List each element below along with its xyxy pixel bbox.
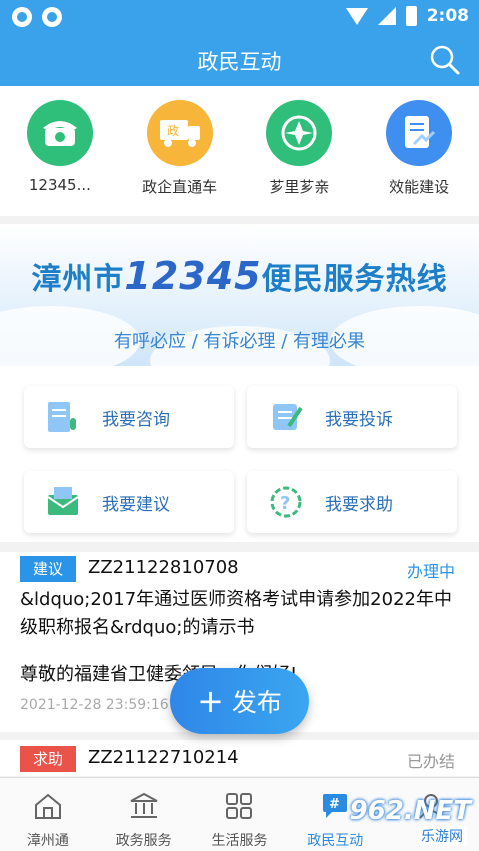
post-code: ZZ21122810708 <box>88 557 239 578</box>
document-chart-icon <box>386 100 453 166</box>
action-label: 我要建议 <box>102 494 170 515</box>
title-bar: 政民互动 <box>0 34 479 86</box>
suggestion-button[interactable]: 我要建议 <box>24 471 234 533</box>
chat-hashtag-icon: # <box>323 794 348 818</box>
watermark-logo: 962.NET 乐游网 <box>349 796 471 848</box>
phone-icon <box>26 100 93 166</box>
quick-link-efficiency[interactable]: 效能建设 <box>364 100 474 216</box>
building-icon <box>130 792 158 818</box>
notification-icon <box>42 7 62 27</box>
quick-link-business[interactable]: 政 政企直通车 <box>125 100 235 216</box>
action-grid: 我要咨询 我要投诉 我要建议 ? 我要求助 <box>0 366 479 542</box>
banner-headline: 漳州市12345便民服务热线 <box>0 254 479 298</box>
tab-label: 政务服务 <box>115 833 172 849</box>
post-list: 建议 ZZ21122810708 办理中 &ldquo;2017年通过医师资格考… <box>0 552 479 776</box>
status-time: 2:08 <box>426 6 469 26</box>
signal-icon <box>377 7 396 25</box>
scroll-pen-icon <box>273 404 303 430</box>
tab-life-services[interactable]: 生活服务 <box>192 778 288 851</box>
watermark-subtext: 乐游网 <box>417 826 467 846</box>
publish-label: 发布 <box>231 688 282 717</box>
tab-label: 漳州通 <box>26 833 69 849</box>
envelope-icon <box>47 487 79 515</box>
action-label: 我要咨询 <box>102 409 170 430</box>
quick-link-label: 芗里芗亲 <box>269 178 330 196</box>
publish-button[interactable]: + 发布 <box>170 668 309 734</box>
svg-text:#: # <box>329 797 340 812</box>
status-bar: 2:08 <box>0 0 479 34</box>
post-status: 办理中 <box>406 562 455 581</box>
svg-text:政: 政 <box>167 124 179 138</box>
wifi-icon <box>345 7 368 25</box>
banner-tagline: 有呼必应 / 有诉必理 / 有理必果 <box>113 331 365 352</box>
grid-icon <box>226 793 253 819</box>
plus-icon: + <box>197 682 224 720</box>
question-icon: ? <box>270 486 302 518</box>
post-tag: 求助 <box>20 746 76 772</box>
search-icon[interactable] <box>429 44 461 76</box>
banner-number: 12345 <box>124 254 262 298</box>
post-date: 2021-12-28 23:59:16 <box>20 697 169 713</box>
microphone-doc-icon <box>48 402 76 432</box>
flower-icon <box>266 100 333 166</box>
hotline-banner[interactable]: 漳州市12345便民服务热线 有呼必应 / 有诉必理 / 有理必果 <box>0 224 479 366</box>
action-label: 我要求助 <box>325 494 393 515</box>
banner-city: 漳州市 <box>31 262 125 297</box>
consult-button[interactable]: 我要咨询 <box>24 386 234 448</box>
post-status: 已办结 <box>406 752 455 771</box>
quick-link-label: 效能建设 <box>389 178 450 196</box>
complaint-button[interactable]: 我要投诉 <box>247 386 457 448</box>
banner-service: 便民服务热线 <box>261 262 448 297</box>
svg-text:?: ? <box>280 493 290 514</box>
watermark-text: 962.NET <box>349 796 471 826</box>
post-tag: 建议 <box>20 556 76 582</box>
notification-icon <box>12 7 32 27</box>
tab-government-services[interactable]: 政务服务 <box>96 778 192 851</box>
home-icon <box>34 793 61 819</box>
battery-icon <box>405 6 417 26</box>
quick-link-12345[interactable]: 12345... <box>5 100 115 216</box>
quick-link-label: 12345... <box>28 176 91 194</box>
action-label: 我要投诉 <box>325 409 393 430</box>
quick-link-label: 政企直通车 <box>142 178 218 196</box>
help-request-button[interactable]: ? 我要求助 <box>247 471 457 533</box>
tab-label: 生活服务 <box>211 833 268 849</box>
post-code: ZZ21122710214 <box>88 747 239 768</box>
page-title: 政民互动 <box>197 50 282 74</box>
quick-links: 12345... 政 政企直通车 芗里芗亲 效能建设 <box>0 86 479 216</box>
post-title: &ldquo;2017年通过医师资格考试申请参加2022年中级职称报名&rdqu… <box>20 589 452 638</box>
quick-link-community[interactable]: 芗里芗亲 <box>244 100 354 216</box>
tab-zhangzhoutong[interactable]: 漳州通 <box>0 778 96 851</box>
truck-icon: 政 <box>146 100 213 166</box>
list-item[interactable]: 求助 ZZ21122710214 已办结 <box>0 744 479 776</box>
